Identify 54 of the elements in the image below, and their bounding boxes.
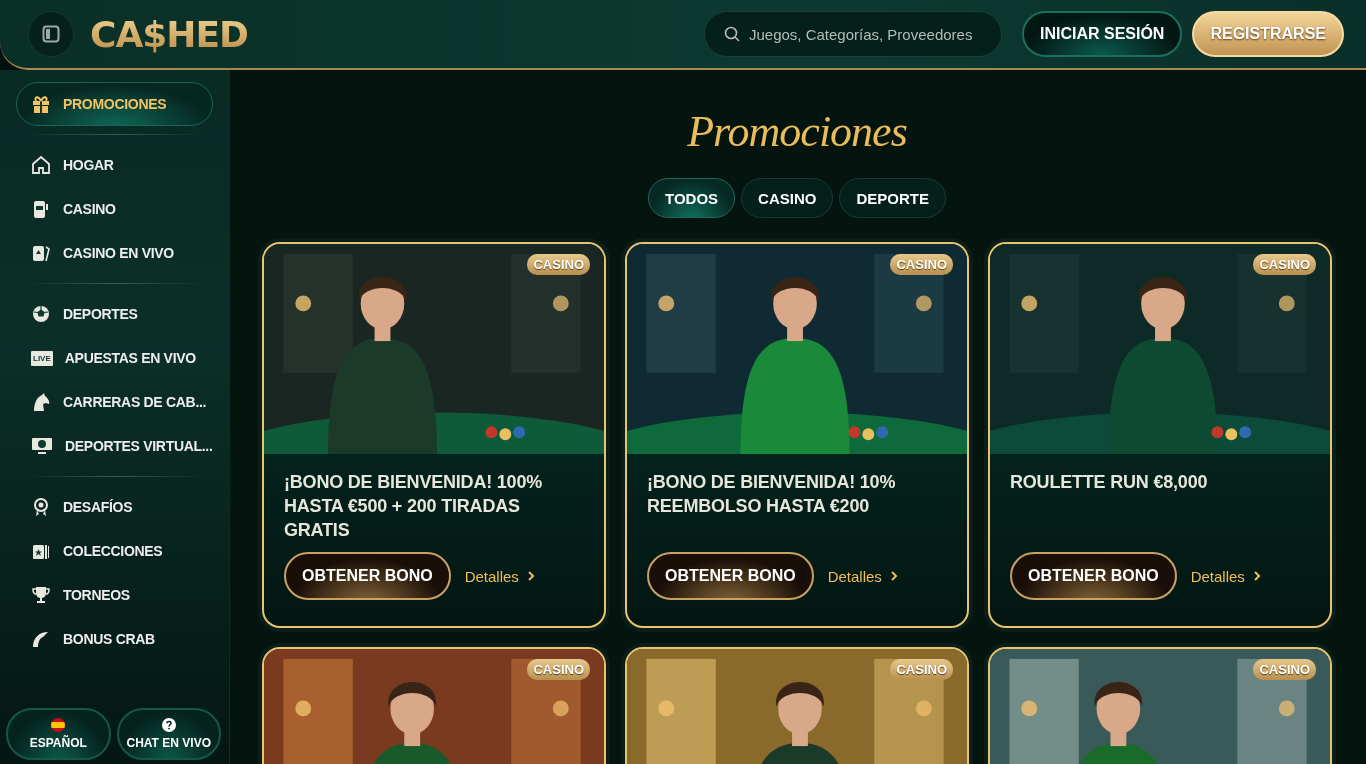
promo-title: ROULETTE RUN €8,000 [1010,471,1209,494]
help-icon [161,718,176,732]
gift-icon [31,94,51,114]
sidebar-item[interactable]: PROMOCIONES [16,82,213,126]
sidebar-item[interactable]: DESAFÍOS [16,485,213,529]
search-field[interactable]: Juegos, Categorías, Proveedores [703,11,1002,57]
filter-tab[interactable]: DEPORTE [839,178,946,218]
login-button[interactable]: INICIAR SESIÓN [1021,11,1183,57]
chevron-right-icon [1252,570,1261,582]
soccer-ball-icon [31,304,51,324]
get-bonus-button[interactable]: OBTENER BONO [647,552,814,600]
live-tag: LIVE [31,350,53,366]
spain-flag-icon [51,718,66,732]
details-link[interactable]: Detalles [464,567,535,585]
sidebar-item[interactable]: DEPORTES VIRTUAL... [16,424,213,468]
get-bonus-button[interactable]: OBTENER BONO [1010,552,1177,600]
sidebar-item[interactable]: BONUS CRAB [16,617,213,661]
sidebar-item[interactable]: DEPORTES [16,292,213,336]
live-chat-button[interactable]: CHAT EN VIVO [116,708,221,760]
sidebar-item[interactable]: LIVE APUESTAS EN VIVO [16,336,213,380]
sidebar-item[interactable]: COLECCIONES [16,529,213,573]
category-badge: CASINO [890,659,953,680]
chevron-right-icon [889,570,898,582]
crab-claw-icon [31,629,51,649]
horse-head-icon [31,392,51,412]
details-link[interactable]: Detalles [827,567,898,585]
category-badge: CASINO [1253,659,1316,680]
promo-title: ¡BONO DE BIENVENIDA! 100% HASTA €500 + 200 TIRADAS GRATIS [284,471,544,542]
language-button[interactable]: ESPAÑOL [6,708,111,760]
category-badge: CASINO [890,254,953,275]
monitor-ball-icon [31,437,53,455]
sidebar-item[interactable]: CASINO [16,187,213,231]
playing-cards-icon [31,243,51,263]
sidebar-item[interactable]: TORNEOS [16,573,213,617]
sidebar-item[interactable]: CASINO EN VIVO [16,231,213,275]
category-badge: CASINO [1253,254,1316,275]
trophy-icon [31,585,51,605]
search-icon [723,26,740,42]
sidebar-item[interactable]: CARRERAS DE CAB... [16,380,213,424]
filter-tab[interactable]: TODOS [648,178,736,218]
category-badge: CASINO [527,659,590,680]
sidebar-toggle-button[interactable] [28,11,74,57]
details-link[interactable]: Detalles [1190,567,1261,585]
category-badge: CASINO [527,254,590,275]
house-icon [31,155,51,175]
sidebar-icon [42,25,60,43]
sidebar-item[interactable]: HOGAR [16,143,213,187]
medal-icon [31,497,51,517]
get-bonus-button[interactable]: OBTENER BONO [284,552,451,600]
slot-machine-icon [31,199,51,219]
promo-title: ¡BONO DE BIENVENIDA! 10% REEMBOLSO HASTA €200 [647,471,897,518]
page-title: Promociones [686,106,908,158]
chevron-right-icon [526,570,535,582]
filter-tab[interactable]: CASINO [741,178,834,218]
